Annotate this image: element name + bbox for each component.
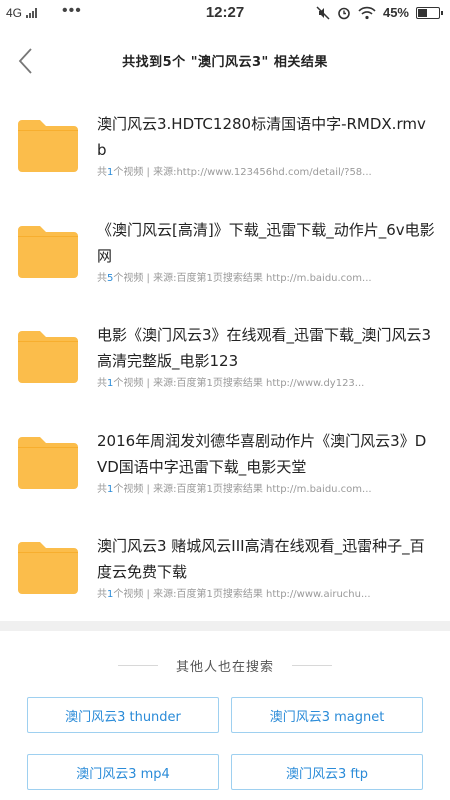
suggestion-button[interactable]: 澳门风云3 mp4 (27, 754, 219, 790)
result-title[interactable]: 电影《澳门风云3》在线观看_迅雷下载_澳门风云3高清完整版_电影123 (97, 322, 435, 374)
alarm-icon (338, 7, 350, 19)
folder-icon (18, 436, 78, 489)
status-icons: 45% (316, 5, 443, 20)
results-list: 澳门风云3.HDTC1280标清国语中字-RMDX.rmvb 共1个视频 | 来… (0, 94, 450, 622)
count-prefix: 共 (97, 378, 107, 389)
folder-icon (18, 120, 78, 172)
folder-icon (18, 331, 78, 383)
result-title[interactable]: 《澳门风云[高清]》下载_迅雷下载_动作片_6v电影网 (97, 217, 435, 269)
result-meta: 共5个视频 | 来源:百度第1页搜索结果 http://m.baidu.com.… (97, 269, 435, 284)
result-source: | 来源:http://www.123456hd.com/detail/?58.… (143, 167, 372, 178)
result-meta: 共1个视频 | 来源:百度第1页搜索结果 http://www.dy123... (97, 374, 435, 389)
others-heading-text: 其他人也在搜索 (175, 660, 274, 675)
count-prefix: 共 (97, 272, 107, 284)
page-title: 共找到5个 "澳门风云3" 相关结果 (122, 55, 328, 70)
others-heading: 其他人也在搜索 (0, 655, 450, 677)
folder-icon (18, 542, 78, 594)
count-suffix: 个视频 (113, 167, 144, 178)
result-meta: 共1个视频 | 来源:百度第1页搜索结果 http://www.airuchu.… (97, 585, 435, 600)
result-source: | 来源:百度第1页搜索结果 http://m.baidu.com... (143, 483, 372, 495)
wifi-icon (358, 6, 376, 19)
list-item[interactable]: 澳门风云3 赌城风云III高清在线观看_迅雷种子_百度云免费下载 共1个视频 |… (0, 516, 450, 622)
header: 共找到5个 "澳门风云3" 相关结果 (0, 28, 450, 94)
list-item[interactable]: 电影《澳门风云3》在线观看_迅雷下载_澳门风云3高清完整版_电影123 共1个视… (0, 305, 450, 411)
count-prefix: 共 (97, 589, 107, 600)
result-title[interactable]: 澳门风云3.HDTC1280标清国语中字-RMDX.rmvb (97, 111, 435, 163)
list-item[interactable]: 澳门风云3.HDTC1280标清国语中字-RMDX.rmvb 共1个视频 | 来… (0, 94, 450, 200)
battery-icon (416, 6, 443, 19)
count-suffix: 个视频 (113, 483, 144, 495)
count-suffix: 个视频 (113, 272, 144, 284)
result-meta: 共1个视频 | 来源:百度第1页搜索结果 http://m.baidu.com.… (97, 480, 435, 495)
list-item[interactable]: 2016年周润发刘德华喜剧动作片《澳门风云3》DVD国语中字迅雷下载_电影天堂 … (0, 411, 450, 517)
result-source: | 来源:百度第1页搜索结果 http://www.airuchu... (143, 589, 371, 600)
result-meta: 共1个视频 | 来源:http://www.123456hd.com/detai… (97, 163, 435, 178)
suggestion-button[interactable]: 澳门风云3 magnet (231, 697, 423, 733)
battery-fill (418, 8, 427, 17)
result-source: | 来源:百度第1页搜索结果 http://m.baidu.com... (143, 272, 372, 284)
mute-icon (316, 5, 330, 20)
folder-icon (18, 225, 78, 278)
result-title[interactable]: 澳门风云3 赌城风云III高清在线观看_迅雷种子_百度云免费下载 (97, 533, 435, 585)
result-source: | 来源:百度第1页搜索结果 http://www.dy123... (143, 378, 365, 389)
suggestion-button[interactable]: 澳门风云3 ftp (231, 754, 423, 790)
section-divider (0, 621, 450, 631)
count-suffix: 个视频 (113, 378, 144, 389)
count-prefix: 共 (97, 167, 107, 178)
list-item[interactable]: 《澳门风云[高清]》下载_迅雷下载_动作片_6v电影网 共5个视频 | 来源:百… (0, 200, 450, 306)
count-suffix: 个视频 (113, 589, 144, 600)
divider-line (292, 665, 332, 666)
status-bar: 4G ••• 12:27 45% (0, 0, 450, 28)
result-title[interactable]: 2016年周润发刘德华喜剧动作片《澳门风云3》DVD国语中字迅雷下载_电影天堂 (97, 428, 435, 480)
suggestion-button[interactable]: 澳门风云3 thunder (27, 697, 219, 733)
count-prefix: 共 (97, 483, 107, 495)
battery-percent: 45% (382, 5, 409, 20)
